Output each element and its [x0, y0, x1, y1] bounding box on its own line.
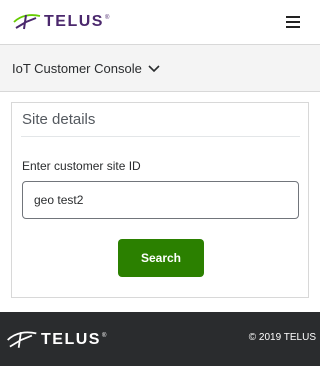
hamburger-menu-icon[interactable]	[286, 16, 300, 28]
telus-logo[interactable]: TELUS ®	[12, 12, 109, 32]
app-header: TELUS ®	[0, 0, 320, 44]
console-bar: IoT Customer Console	[0, 44, 320, 92]
console-title: IoT Customer Console	[12, 61, 142, 76]
site-id-input[interactable]	[22, 181, 299, 219]
footer-brand-wordmark: TELUS	[41, 331, 101, 348]
card-title: Site details	[22, 111, 96, 128]
site-details-card: Site details Enter customer site ID Sear…	[11, 102, 309, 298]
search-button[interactable]: Search	[118, 239, 204, 277]
chevron-down-icon	[148, 64, 160, 72]
footer-telus-logo[interactable]: TELUS ®	[5, 329, 106, 351]
card-divider	[21, 136, 300, 137]
app-footer: TELUS ® © 2019 TELUS	[0, 312, 320, 366]
footer-logo-mark-icon	[7, 331, 37, 348]
console-switcher[interactable]: IoT Customer Console	[12, 61, 160, 76]
registered-mark: ®	[104, 15, 110, 21]
brand-wordmark: TELUS	[44, 13, 104, 30]
copyright-text: © 2019 TELUS	[248, 332, 316, 343]
site-id-label: Enter customer site ID	[22, 159, 141, 173]
footer-registered-mark: ®	[101, 333, 107, 339]
telus-logo-mark-icon	[13, 14, 41, 30]
